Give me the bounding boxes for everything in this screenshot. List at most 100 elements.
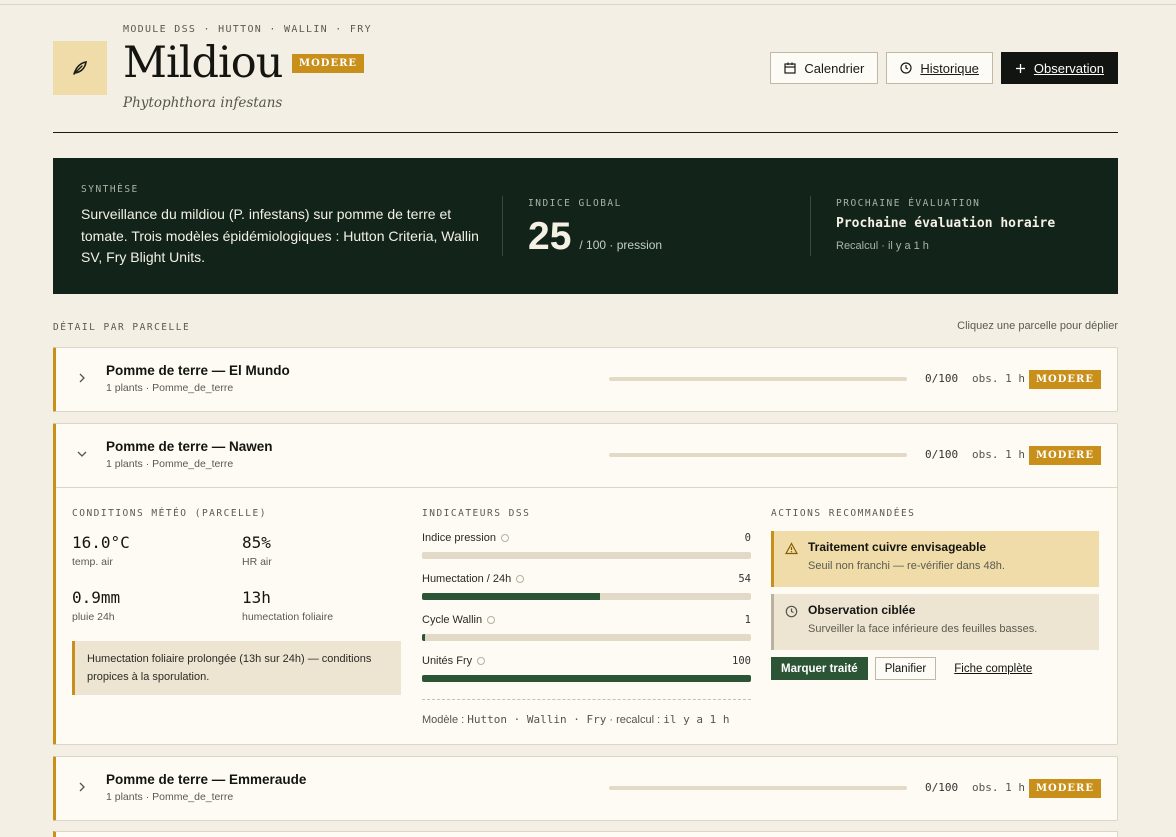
info-icon[interactable]	[501, 534, 509, 543]
model-recalc-label: · recalcul :	[609, 714, 661, 726]
info-icon[interactable]	[516, 575, 525, 584]
parcel-header[interactable]: Pomme de terre — El Mundo 1 plants · Pom…	[56, 348, 1117, 411]
action-card[interactable]: Traitement cuivre envisageable Seuil non…	[771, 531, 1099, 587]
parcel-card: Pomme de terre — El Mundo 1 plants · Pom…	[53, 347, 1118, 412]
synthesis-panel: SYNTHÈSE Surveillance du mildiou (P. inf…	[53, 158, 1118, 294]
calendar-button[interactable]: Calendrier	[770, 52, 879, 84]
history-button-label: Historique	[920, 60, 979, 76]
actions-section: ACTIONS RECOMMANDÉES Traitement cuivre e…	[771, 508, 1099, 680]
weather-value: 0.9mm	[72, 588, 121, 607]
indicator-bar-fill	[422, 634, 426, 641]
model-recalc-time: il y a 1 h	[663, 713, 730, 726]
parcel-card: Pomme de terre — Emmeraude 1 plants · Po…	[53, 756, 1118, 821]
calendar-button-label: Calendrier	[804, 60, 865, 76]
weather-caption: pluie 24h	[72, 611, 115, 623]
action-title: Observation ciblée	[808, 603, 916, 617]
indicator-bar-fill	[422, 675, 751, 682]
parcel-card[interactable]	[53, 831, 1118, 837]
detail-section-label: DÉTAIL PAR PARCELLE	[53, 322, 191, 333]
module-breadcrumb: MODULE DSS · HUTTON · WALLIN · FRY	[123, 24, 372, 35]
top-divider	[0, 4, 1176, 5]
history-button[interactable]: Historique	[886, 52, 993, 84]
weather-caption: temp. air	[72, 556, 113, 568]
info-icon[interactable]	[477, 657, 486, 666]
module-logo	[53, 41, 107, 95]
parcel-progress-bar	[609, 786, 907, 790]
plus-icon	[1015, 63, 1025, 73]
chevron-right-icon	[79, 782, 85, 792]
global-index-value: 25	[528, 215, 572, 258]
indicator-bar	[422, 552, 751, 559]
parcel-progress-bar	[609, 377, 907, 381]
info-icon[interactable]	[487, 616, 496, 625]
synthesis-text: Surveillance du mildiou (P. infestans) s…	[81, 206, 479, 265]
indicator-row: Cycle Wallin 1	[422, 614, 751, 655]
indicator-value: 1	[744, 614, 751, 626]
divider	[502, 196, 503, 256]
parcel-progress-bar	[609, 453, 907, 457]
action-title: Traitement cuivre envisageable	[808, 540, 987, 554]
parcel-score: 0/100	[925, 372, 959, 385]
indicators-label: INDICATEURS DSS	[422, 508, 531, 519]
parcel-score: 0/100	[925, 781, 959, 794]
weather-temperature: 16.0°C temp. air	[72, 533, 130, 568]
parcel-subtitle: 1 plants · Pomme_de_terre	[106, 791, 234, 803]
global-index-label: INDICE GLOBAL	[528, 198, 622, 209]
mark-treated-button[interactable]: Marquer traité	[771, 657, 868, 680]
indicator-label: Unités Fry	[422, 655, 473, 667]
parcel-header[interactable]: Pomme de terre — Emmeraude 1 plants · Po…	[56, 757, 1117, 820]
parcel-name: Pomme de terre — El Mundo	[106, 363, 290, 378]
indicator-row: Indice pression 0	[422, 532, 751, 573]
weather-value: 85%	[242, 533, 271, 552]
parcel-severity-badge: MODERE	[1028, 446, 1101, 465]
next-evaluation-label: PROCHAINE ÉVALUATION	[836, 198, 981, 209]
parcel-observation-age: obs. 1 h	[972, 448, 1025, 461]
weather-humidity: 85% HR air	[242, 533, 272, 568]
plan-button[interactable]: Planifier	[874, 657, 937, 680]
weather-label: CONDITIONS MÉTÉO (PARCELLE)	[72, 508, 267, 519]
full-sheet-link[interactable]: Fiche complète	[954, 663, 1032, 675]
page-title: Mildiou	[123, 38, 283, 88]
parcel-header[interactable]: Pomme de terre — Nawen 1 plants · Pomme_…	[56, 424, 1117, 487]
divider	[810, 196, 811, 256]
indicator-value: 54	[738, 573, 751, 585]
chevron-down-icon	[77, 451, 87, 457]
indicator-value: 100	[732, 655, 751, 667]
weather-rain: 0.9mm pluie 24h	[72, 588, 120, 623]
parcel-observation-age: obs. 1 h	[972, 781, 1025, 794]
synthesis-label: SYNTHÈSE	[81, 184, 139, 195]
parcel-subtitle: 1 plants · Pomme_de_terre	[106, 458, 234, 470]
parcel-details: CONDITIONS MÉTÉO (PARCELLE) 16.0°C temp.…	[56, 487, 1117, 744]
indicator-value: 0	[744, 532, 751, 544]
recalc-time: Recalcul · il y a 1 h	[836, 240, 929, 252]
weather-value: 13h	[242, 588, 271, 607]
observation-button[interactable]: Observation	[1000, 52, 1118, 84]
parcel-score: 0/100	[925, 448, 959, 461]
parcel-severity-badge: MODERE	[1028, 779, 1101, 798]
weather-section: CONDITIONS MÉTÉO (PARCELLE) 16.0°C temp.…	[72, 508, 402, 695]
chevron-right-icon	[79, 373, 85, 383]
parcel-card: Pomme de terre — Nawen 1 plants · Pomme_…	[53, 423, 1118, 745]
parcel-name: Pomme de terre — Nawen	[106, 439, 273, 454]
indicator-label: Cycle Wallin	[422, 614, 483, 626]
weather-alert-note: Humectation foliaire prolongée (13h sur …	[72, 641, 401, 695]
calendar-icon	[784, 62, 796, 74]
actions-label: ACTIONS RECOMMANDÉES	[771, 508, 916, 519]
indicator-bar	[422, 593, 751, 600]
severity-badge: MODERE	[292, 54, 365, 73]
indicator-row: Humectation / 24h 54	[422, 573, 751, 614]
indicator-row: Unités Fry 100	[422, 655, 751, 696]
action-card[interactable]: Observation ciblée Surveiller la face in…	[771, 594, 1099, 650]
action-description: Seuil non franchi — re-vérifier dans 48h…	[808, 560, 1005, 572]
indicator-bar	[422, 675, 751, 682]
model-footer: Modèle : Hutton · Wallin · Fry · recalcu…	[422, 713, 751, 726]
latin-name: Phytophthora infestans	[123, 95, 283, 111]
next-evaluation-value: Prochaine évaluation horaire	[836, 216, 1056, 231]
parcel-observation-age: obs. 1 h	[972, 372, 1025, 385]
model-prefix: Modèle :	[422, 714, 465, 726]
divider	[422, 699, 751, 700]
indicators-section: INDICATEURS DSS Indice pression 0 Humect…	[422, 508, 751, 726]
global-index-suffix: / 100 · pression	[579, 238, 663, 252]
parcel-subtitle: 1 plants · Pomme_de_terre	[106, 382, 234, 394]
clock-icon	[900, 62, 912, 74]
